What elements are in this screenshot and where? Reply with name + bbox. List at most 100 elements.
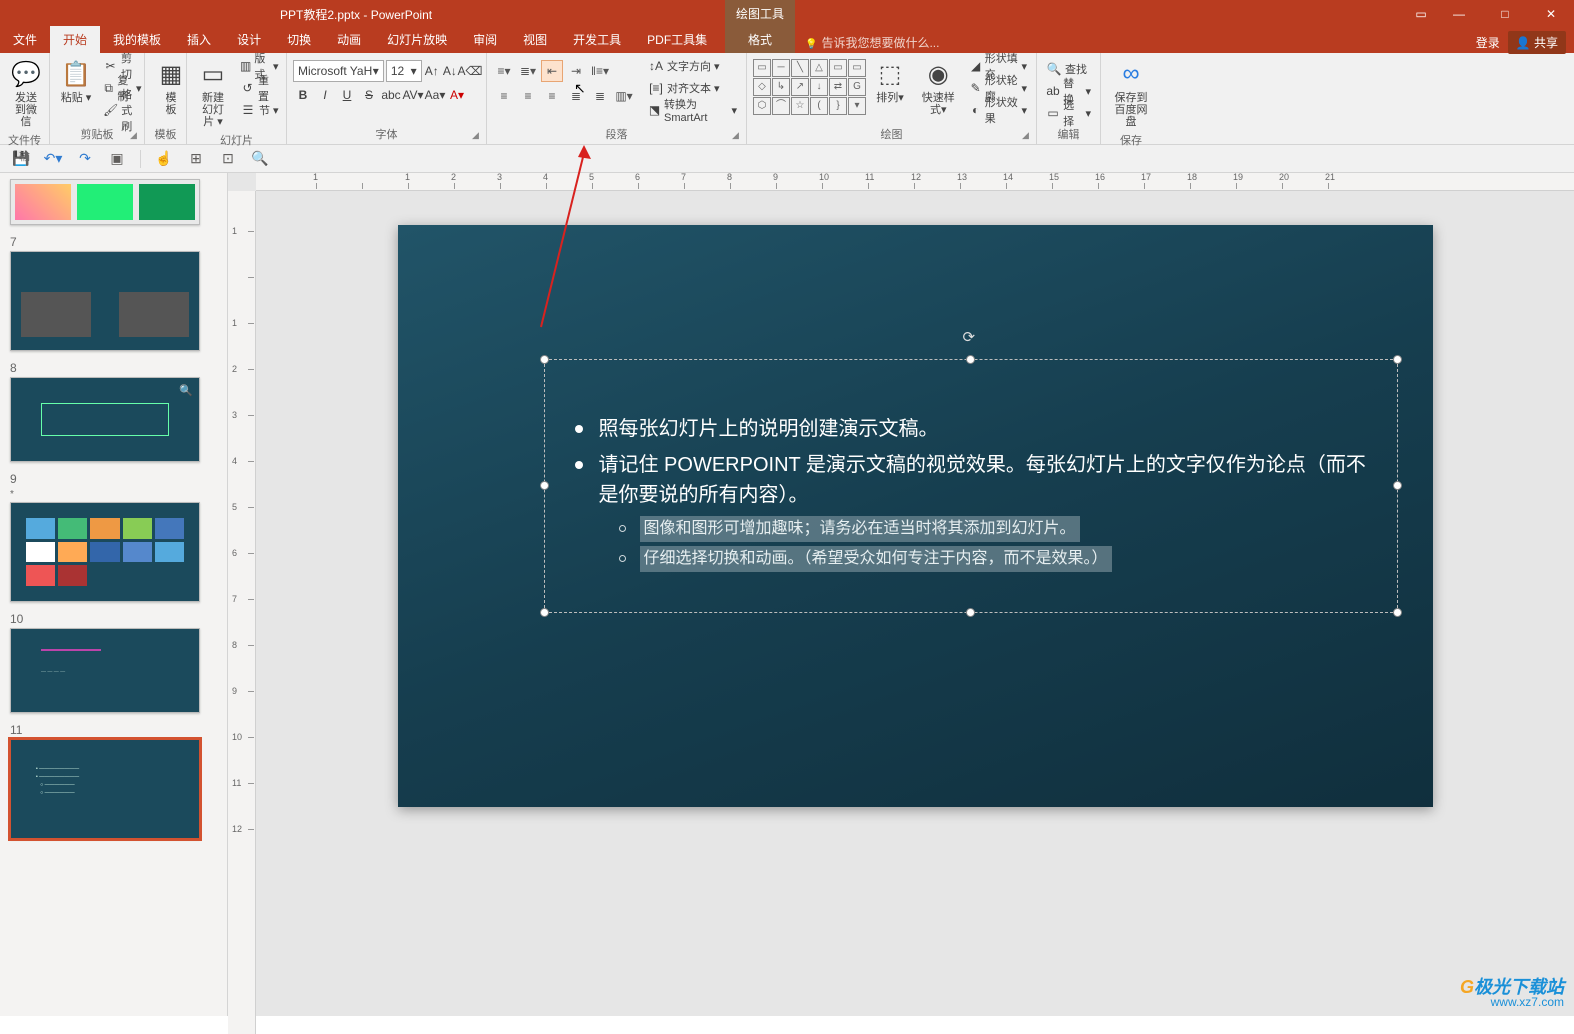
draw-launcher-icon[interactable]: ◢ [1022, 130, 1034, 142]
tab-pdf-tools[interactable]: PDF工具集 [634, 26, 720, 53]
group-label: 段落 [493, 124, 740, 142]
vertical-ruler[interactable]: 1123456789101112 [228, 191, 256, 1034]
touch-mode-icon[interactable]: ☝ [155, 150, 173, 168]
justify-button[interactable]: ≣ [565, 85, 587, 107]
font-color-button[interactable]: A▾ [447, 85, 467, 105]
tab-insert[interactable]: 插入 [174, 26, 224, 53]
reset-button[interactable]: ↺重置 [237, 78, 282, 98]
italic-button[interactable]: I [315, 85, 335, 105]
start-slideshow-icon[interactable]: ▣ [108, 150, 126, 168]
share-button[interactable]: 👤 共享 [1508, 31, 1566, 54]
format-painter-button[interactable]: 🖌格式刷 [100, 100, 145, 120]
send-to-wechat-button[interactable]: 💬发送 到微信 [6, 56, 46, 130]
magnifier-icon: 🔍 [179, 384, 193, 397]
clear-format-button[interactable]: A⌫ [460, 61, 480, 81]
resize-handle[interactable] [966, 355, 975, 364]
group-label: 文件传输 [6, 130, 43, 164]
tab-review[interactable]: 审阅 [460, 26, 510, 53]
slide-editor: 1123456789101112131415161718192021 11234… [228, 173, 1574, 1016]
tab-home[interactable]: 开始 [50, 26, 100, 53]
shape-effects-button[interactable]: ◐形状效果 ▾ [967, 100, 1030, 120]
tab-view[interactable]: 视图 [510, 26, 560, 53]
slide-text-content[interactable]: 照每张幻灯片上的说明创建演示文稿。 请记住 POWERPOINT 是演示文稿的视… [545, 360, 1397, 586]
templates-button[interactable]: ▦模 板 [151, 56, 191, 118]
ribbon-options-icon[interactable]: ▭ [1406, 0, 1436, 28]
font-name-combo[interactable]: Microsoft YaH▾ [293, 60, 384, 82]
resize-handle[interactable] [966, 608, 975, 617]
resize-handle[interactable] [1393, 481, 1402, 490]
save-to-baidu-button[interactable]: ∞保存到 百度网盘 [1107, 56, 1155, 130]
text-placeholder[interactable]: ⟳ 照每张幻灯片上的说明创建演示文稿。 请记住 POWERPOINT 是演示文稿… [544, 359, 1398, 613]
paste-button[interactable]: 📋粘贴 ▾ [56, 56, 96, 106]
tab-slideshow[interactable]: 幻灯片放映 [374, 26, 460, 53]
ribbon: 💬发送 到微信 文件传输 📋粘贴 ▾ ✂剪切 ⧉复制 ▾ 🖌格式刷 剪贴板 ◢ … [0, 53, 1574, 145]
tab-format[interactable]: 格式 [725, 26, 795, 53]
strike-button[interactable]: S [359, 85, 379, 105]
maximize-button[interactable]: □ [1482, 0, 1528, 28]
window-title: PPT教程2.pptx - PowerPoint [280, 6, 432, 23]
slide-thumb[interactable] [10, 502, 200, 602]
resize-handle[interactable] [1393, 608, 1402, 617]
tab-file[interactable]: 文件 [0, 26, 50, 53]
slide-canvas[interactable]: ⟳ 照每张幻灯片上的说明创建演示文稿。 请记住 POWERPOINT 是演示文稿… [256, 191, 1574, 988]
slide-thumb[interactable] [10, 179, 200, 225]
quick-styles-button[interactable]: ◉快速样式▾ [914, 56, 963, 118]
resize-handle[interactable] [540, 481, 549, 490]
numbering-button[interactable]: ≣▾ [517, 60, 539, 82]
increase-font-button[interactable]: A↑ [424, 61, 440, 81]
fill-icon: ◢ [970, 58, 982, 74]
select-button[interactable]: ▭选择 ▾ [1043, 103, 1094, 123]
section-button[interactable]: ☰节 ▾ [237, 100, 282, 120]
line-spacing-button[interactable]: ‖≡▾ [589, 60, 611, 82]
change-case-button[interactable]: Aa▾ [425, 85, 445, 105]
shapes-gallery[interactable]: ▭─╲△▭▭ ◇↳↗↓⇄G ⬡⌒☆(}▾ [753, 56, 866, 115]
new-slide-button[interactable]: ▭新建 幻灯片 ▾ [193, 56, 233, 130]
distribute-button[interactable]: ≣ [589, 85, 611, 107]
columns-button[interactable]: ▥▾ [613, 85, 635, 107]
resize-handle[interactable] [540, 608, 549, 617]
increase-indent-button[interactable]: ⇥ [565, 60, 587, 82]
arrange-button[interactable]: ⬚排列▾ [870, 56, 910, 106]
tab-transitions[interactable]: 切换 [274, 26, 324, 53]
font-size-combo[interactable]: 12▾ [386, 60, 422, 82]
qat-3-icon[interactable]: 🔍 [251, 150, 269, 168]
shadow-button[interactable]: abc [381, 85, 401, 105]
char-spacing-button[interactable]: AV▾ [403, 85, 423, 105]
tab-developer[interactable]: 开发工具 [560, 26, 634, 53]
rotation-handle-icon[interactable]: ⟳ [963, 328, 979, 344]
horizontal-ruler[interactable]: 1123456789101112131415161718192021 [256, 173, 1574, 191]
minimize-button[interactable]: — [1436, 0, 1482, 28]
slide-thumb[interactable] [10, 251, 200, 351]
tell-me-input[interactable]: 告诉我您想要做什么... [805, 34, 939, 51]
font-launcher-icon[interactable]: ◢ [472, 130, 484, 142]
align-center-button[interactable]: ≡ [517, 85, 539, 107]
tab-animations[interactable]: 动画 [324, 26, 374, 53]
qat-2-icon[interactable]: ⊡ [219, 150, 237, 168]
close-button[interactable]: ✕ [1528, 0, 1574, 28]
resize-handle[interactable] [540, 355, 549, 364]
decrease-font-button[interactable]: A↓ [442, 61, 458, 81]
slide-thumb-active[interactable]: • ————————• ———————— ○ —————— ○ —————— [10, 739, 200, 839]
slide-thumb[interactable]: 🔍 [10, 377, 200, 462]
align-left-button[interactable]: ≡ [493, 85, 515, 107]
align-right-button[interactable]: ≡ [541, 85, 563, 107]
login-link[interactable]: 登录 [1476, 34, 1500, 51]
para-launcher-icon[interactable]: ◢ [732, 130, 744, 142]
slide-thumb[interactable]: — — — — [10, 628, 200, 713]
resize-handle[interactable] [1393, 355, 1402, 364]
current-slide[interactable]: ⟳ 照每张幻灯片上的说明创建演示文稿。 请记住 POWERPOINT 是演示文稿… [398, 225, 1433, 807]
clipboard-launcher-icon[interactable]: ◢ [130, 130, 142, 142]
align-text-button[interactable]: [≡]对齐文本 ▾ [645, 78, 740, 98]
smartart-button[interactable]: ⬔转换为 SmartArt ▾ [645, 100, 740, 120]
decrease-indent-button[interactable]: ⇤ [541, 60, 563, 82]
tab-my-templates[interactable]: 我的模板 [100, 26, 174, 53]
bullets-button[interactable]: ≡▾ [493, 60, 515, 82]
slide-thumbnails-panel[interactable]: 7 8 🔍 9* 10 — — — — 11 • ————————• —————… [0, 173, 228, 1016]
tab-design[interactable]: 设计 [224, 26, 274, 53]
bold-button[interactable]: B [293, 85, 313, 105]
underline-button[interactable]: U [337, 85, 357, 105]
undo-icon[interactable]: ↶▾ [44, 150, 62, 168]
qat-1-icon[interactable]: ⊞ [187, 150, 205, 168]
text-direction-button[interactable]: ↕A文字方向 ▾ [645, 56, 740, 76]
redo-icon[interactable]: ↷ [76, 150, 94, 168]
